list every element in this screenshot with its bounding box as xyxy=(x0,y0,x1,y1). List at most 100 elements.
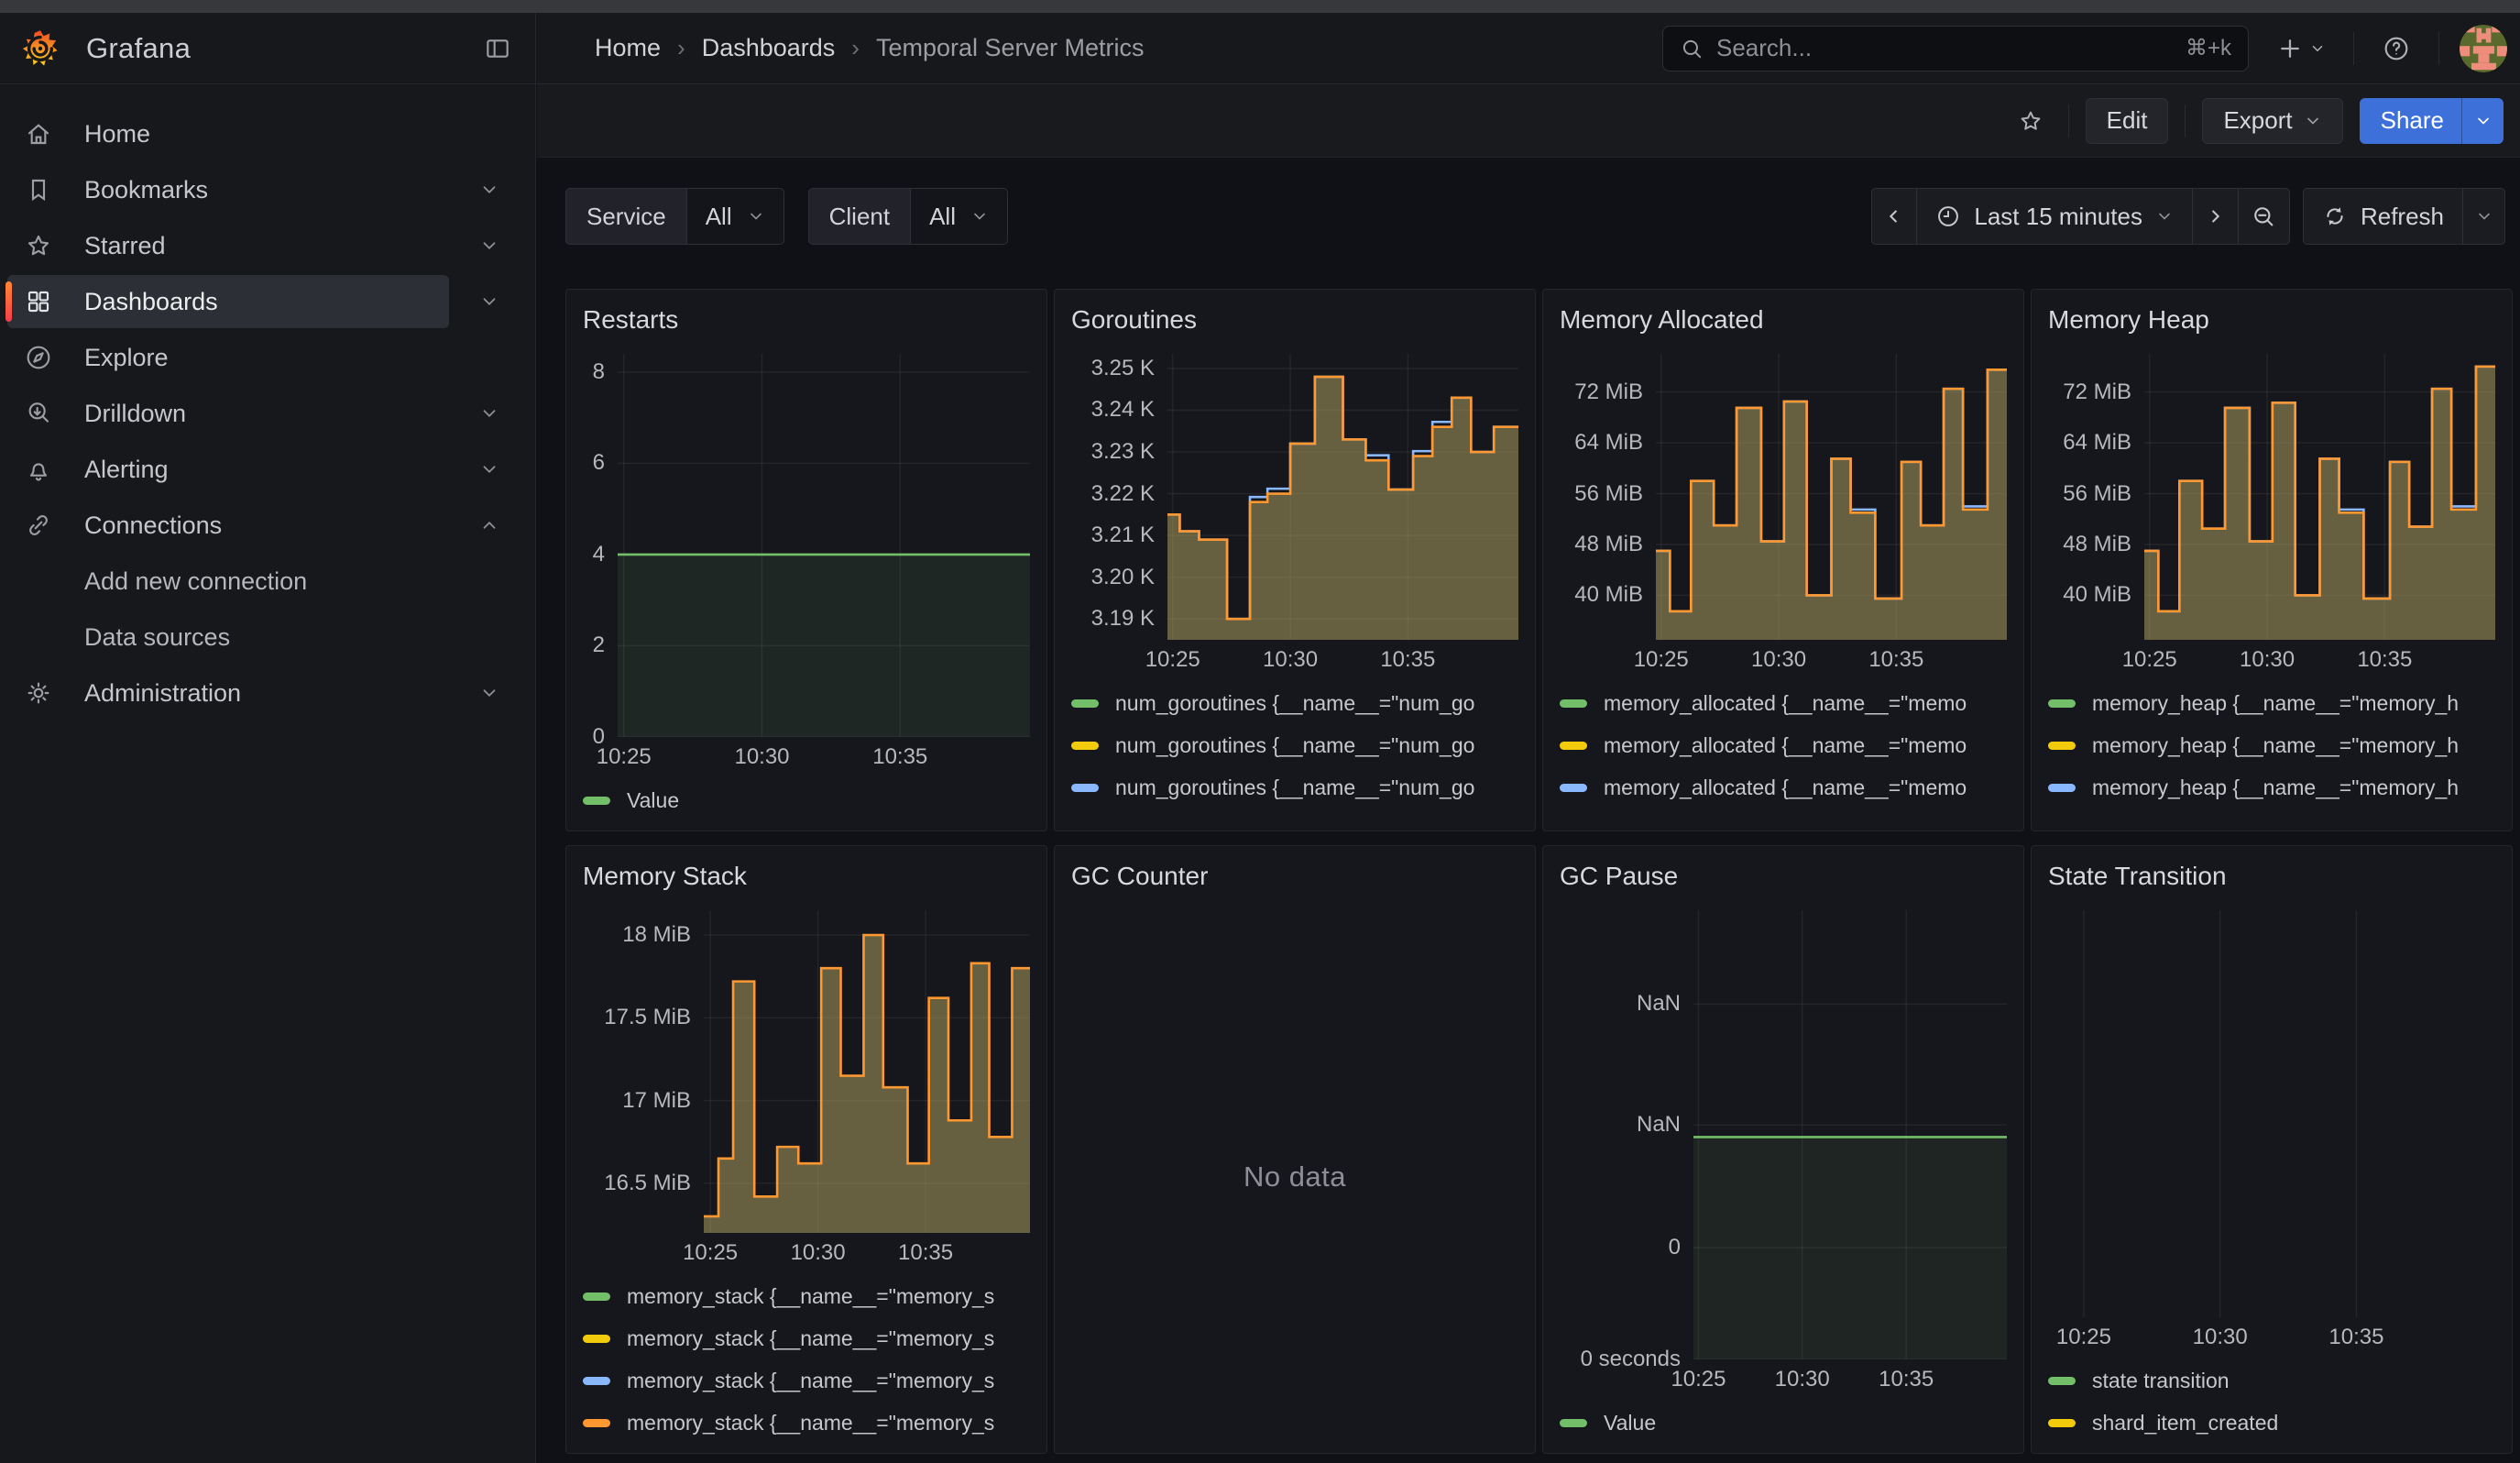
x-tick-label: 10:30 xyxy=(1775,1367,1830,1392)
sidebar-item-drilldown[interactable]: Drilldown xyxy=(7,387,528,440)
legend-item[interactable]: num_goroutines {__name__="num_go xyxy=(1071,682,1518,724)
plot-area xyxy=(2072,910,2495,1317)
dock-sidebar-button[interactable] xyxy=(477,28,519,70)
y-tick-label: 72 MiB xyxy=(1574,380,1643,405)
plot-area xyxy=(2144,354,2495,640)
help-button[interactable] xyxy=(2374,27,2418,71)
sidebar-item-dashboards[interactable]: Dashboards xyxy=(7,275,449,328)
x-tick-label: 10:35 xyxy=(2328,1325,2383,1350)
y-tick-label: 17 MiB xyxy=(622,1088,691,1114)
chart-area[interactable]: 3.25 K3.24 K3.23 K3.22 K3.21 K3.20 K3.19… xyxy=(1071,354,1518,640)
legend-item[interactable]: memory_heap {__name__="memory_h xyxy=(2048,682,2495,724)
chevron-down-icon[interactable] xyxy=(469,400,509,427)
chart-area[interactable]: NaNNaN00 seconds xyxy=(1560,910,2007,1359)
chart-area[interactable]: 86420 xyxy=(583,354,1030,737)
legend-item[interactable]: memory_allocated {__name__="memo xyxy=(1560,724,2007,766)
share-split-button: Share xyxy=(2360,98,2504,144)
legend-item[interactable]: memory_allocated {__name__="memo xyxy=(1560,682,2007,724)
sidebar-item-connections[interactable]: Connections xyxy=(7,499,528,552)
chevron-down-icon[interactable] xyxy=(469,679,509,707)
service-filter-value[interactable]: All xyxy=(686,188,784,245)
refresh-icon xyxy=(2322,204,2348,229)
panel-memory-allocated: Memory Allocated 72 MiB64 MiB56 MiB48 MiB… xyxy=(1542,289,2024,831)
legend-item[interactable]: memory_allocated {__name__="memo xyxy=(1560,808,2007,821)
edit-button[interactable]: Edit xyxy=(2086,98,2169,144)
legend-item[interactable]: num_goroutines {__name__="num_go xyxy=(1071,766,1518,808)
dashboard-controls-row: Service All Client All xyxy=(565,188,2505,245)
sidebar-item-label: Starred xyxy=(84,232,166,260)
legend-item[interactable]: memory_stack {__name__="memory_s xyxy=(583,1402,1030,1444)
legend-label: num_goroutines {__name__="num_go xyxy=(1115,776,1518,800)
panel-title[interactable]: GC Counter xyxy=(1071,859,1518,894)
x-axis-labels: 10:2510:3010:35 xyxy=(2144,640,2495,676)
breadcrumb-home[interactable]: Home xyxy=(595,34,661,62)
legend-item[interactable]: Value xyxy=(1560,1402,2007,1444)
legend-item[interactable]: memory_stack {__name__="memory_s xyxy=(583,1275,1030,1317)
share-menu-caret[interactable] xyxy=(2461,98,2504,144)
chevron-down-icon[interactable] xyxy=(469,176,509,204)
share-button[interactable]: Share xyxy=(2360,98,2461,144)
legend-item[interactable]: memory_heap {__name__="memory_h xyxy=(2048,766,2495,808)
time-shift-forward-button[interactable] xyxy=(2193,188,2239,245)
sidebar-item-add-new-connection[interactable]: Add new connection xyxy=(7,555,528,608)
grafana-logo-icon xyxy=(20,28,60,69)
search-input[interactable] xyxy=(1716,34,2173,62)
chart-area[interactable]: 18 MiB17.5 MiB17 MiB16.5 MiB xyxy=(583,910,1030,1233)
legend-item[interactable]: memory_stack {__name__="memory_s xyxy=(583,1317,1030,1359)
sidebar-item-explore[interactable]: Explore xyxy=(7,331,528,384)
sidebar-item-bookmarks[interactable]: Bookmarks xyxy=(7,163,528,216)
y-tick-label: 56 MiB xyxy=(1574,481,1643,507)
chart-area[interactable]: 72 MiB64 MiB56 MiB48 MiB40 MiB xyxy=(2048,354,2495,640)
plot-area xyxy=(1693,910,2007,1359)
legend-item[interactable]: Value xyxy=(583,779,1030,821)
chart-area[interactable]: 72 MiB64 MiB56 MiB48 MiB40 MiB xyxy=(1560,354,2007,640)
y-tick-label: 40 MiB xyxy=(2063,582,2131,608)
sidebar-item-home[interactable]: Home xyxy=(7,107,528,160)
legend-item[interactable]: memory_heap {__name__="memory_h xyxy=(2048,724,2495,766)
panel-title[interactable]: Memory Stack xyxy=(583,859,1030,894)
x-tick-label: 10:30 xyxy=(791,1240,846,1266)
favorite-star-button[interactable] xyxy=(2010,100,2052,142)
sidebar-item-alerting[interactable]: Alerting xyxy=(7,443,528,496)
export-button[interactable]: Export xyxy=(2202,98,2342,144)
refresh-interval-caret[interactable] xyxy=(2463,188,2505,245)
client-filter-value[interactable]: All xyxy=(910,188,1008,245)
chevron-down-icon[interactable] xyxy=(469,232,509,259)
breadcrumb-dashboards[interactable]: Dashboards xyxy=(702,34,836,62)
chevron-up-icon[interactable] xyxy=(469,512,509,539)
legend-item[interactable]: shard_item_created xyxy=(2048,1402,2495,1444)
panel-memory-stack: Memory Stack 18 MiB17.5 MiB17 MiB16.5 MiB… xyxy=(565,845,1047,1454)
legend-color-swatch xyxy=(1071,699,1099,708)
breadcrumb-separator: › xyxy=(851,34,860,62)
legend-item[interactable]: num_goroutines {__name__="num_go xyxy=(1071,724,1518,766)
legend-item[interactable]: memory_allocated {__name__="memo xyxy=(1560,766,2007,808)
legend-color-swatch xyxy=(583,1377,610,1385)
search-box[interactable]: ⌘+k xyxy=(1662,26,2249,72)
panel-title[interactable]: Memory Allocated xyxy=(1560,302,2007,337)
legend-item[interactable]: state transition xyxy=(2048,1359,2495,1402)
panel-title[interactable]: State Transition xyxy=(2048,859,2495,894)
zoom-out-button[interactable] xyxy=(2239,188,2290,245)
x-axis-labels: 10:2510:3010:35 xyxy=(704,1233,1030,1270)
add-new-button[interactable] xyxy=(2269,28,2333,70)
legend-item[interactable]: memory_heap {__name__="memory_h xyxy=(2048,808,2495,821)
chart-area[interactable] xyxy=(2048,910,2495,1317)
refresh-button[interactable]: Refresh xyxy=(2303,188,2463,245)
legend-item[interactable]: num_goroutines {__name__="num_go xyxy=(1071,808,1518,821)
legend-item[interactable]: memory_stack {__name__="memory_s xyxy=(583,1359,1030,1402)
sidebar-item-data-sources[interactable]: Data sources xyxy=(7,610,528,664)
chevron-down-icon[interactable] xyxy=(469,456,509,483)
y-tick-label: 18 MiB xyxy=(622,922,691,948)
panel-title[interactable]: Memory Heap xyxy=(2048,302,2495,337)
chevron-down-icon[interactable] xyxy=(469,288,509,315)
sidebar-item-starred[interactable]: Starred xyxy=(7,219,528,272)
user-avatar[interactable] xyxy=(2460,25,2507,72)
panel-title[interactable]: GC Pause xyxy=(1560,859,2007,894)
panel-title[interactable]: Restarts xyxy=(583,302,1030,337)
sidebar-item-administration[interactable]: Administration xyxy=(7,666,528,720)
panel-title[interactable]: Goroutines xyxy=(1071,302,1518,337)
time-shift-back-button[interactable] xyxy=(1871,188,1917,245)
panel-legend: memory_heap {__name__="memory_hmemory_he… xyxy=(2048,676,2495,821)
time-range-picker[interactable]: Last 15 minutes xyxy=(1917,188,2193,245)
legend-label: num_goroutines {__name__="num_go xyxy=(1115,733,1518,758)
